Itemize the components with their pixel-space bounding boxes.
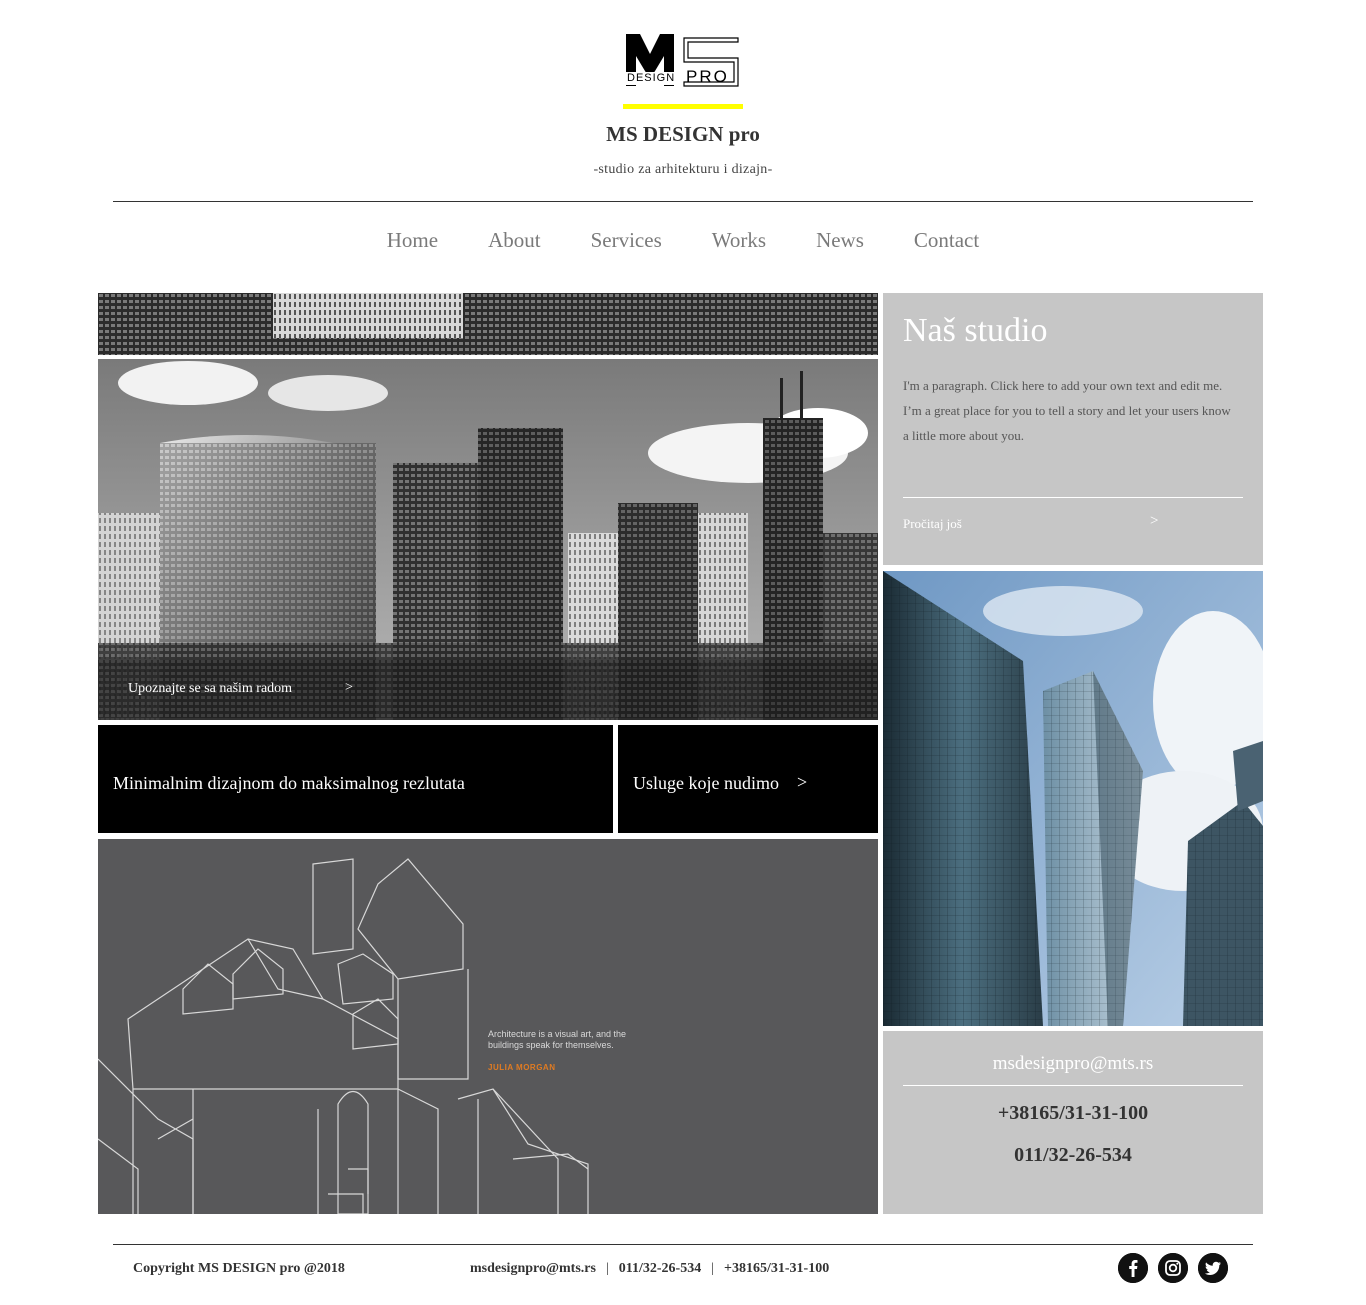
studio-divider [903,497,1243,498]
sketch-quote: Architecture is a visual art, and the bu… [488,1029,627,1050]
hero-caption-arrow-icon[interactable]: > [345,680,353,696]
header-divider [113,201,1253,202]
footer-phone-landline: 011/32-26-534 [618,1261,702,1276]
site-title: MS DESIGN pro [606,122,760,146]
contact-email-link[interactable]: msdesignpro@mts.rs [883,1053,1263,1075]
footer-email-link[interactable]: msdesignpro@mts.rs [470,1261,596,1276]
skyscraper-photo [883,571,1263,1026]
sketch-quote-author: JULIA MORGAN [488,1063,556,1072]
facebook-icon-graphic [1118,1253,1148,1283]
logo-pro-text: PRO [686,67,729,86]
nav-contact[interactable]: Contact [889,228,1004,253]
twitter-icon-graphic [1198,1253,1228,1283]
read-more-arrow-icon[interactable]: > [1150,513,1158,530]
contact-phone-landline: 011/32-26-534 [1014,1144,1132,1166]
footer-contact-line: msdesignpro@mts.rs | 011/32-26-534 | +38165/… [470,1261,829,1277]
services-arrow-icon[interactable]: > [797,772,807,793]
slogan-text: Minimalnim dizajnom do maksimalnog rezlu… [113,773,465,793]
site-tagline: -studio za arhitekturu i dizajn- [593,162,773,177]
logo-design-text: DESIGN [626,72,677,85]
architecture-sketch-image [98,839,878,1214]
footer-phone-mobile: +38165/31-31-100 [724,1261,830,1276]
contact-phone-mobile: +38165/31-31-100 [997,1102,1149,1124]
nav-services[interactable]: Services [566,228,687,253]
nav-works[interactable]: Works [687,228,791,253]
nav-about[interactable]: About [463,228,566,253]
logo-underline [623,104,743,109]
main-nav: Home About Services Works News Contact [0,228,1366,253]
read-more-link[interactable]: Pročitaj još [903,516,962,532]
studio-paragraph: I'm a paragraph. Click here to add your … [903,378,1231,443]
footer-copyright: Copyright MS DESIGN pro @2018 [133,1261,345,1276]
nav-home[interactable]: Home [362,228,463,253]
nav-news[interactable]: News [791,228,889,253]
services-link[interactable]: Usluge koje nudimo [633,773,779,794]
skyline-photo [98,293,878,720]
logo[interactable]: DESIGN PRO [626,34,740,88]
instagram-icon-graphic [1158,1253,1188,1283]
contact-divider [903,1085,1243,1086]
studio-title: Naš studio [903,312,1048,349]
twitter-icon[interactable] [1198,1253,1228,1283]
footer-separator: | [605,1261,609,1276]
footer-divider [113,1244,1253,1245]
skyscraper-image [883,571,1263,1026]
instagram-icon[interactable] [1158,1253,1188,1283]
hero-caption-link[interactable]: Upoznajte se sa našim radom [128,681,292,697]
facebook-icon[interactable] [1118,1253,1148,1283]
footer-separator: | [711,1261,715,1276]
house-sketch-drawing [98,858,589,1214]
hero-skyline-image[interactable] [98,293,878,720]
